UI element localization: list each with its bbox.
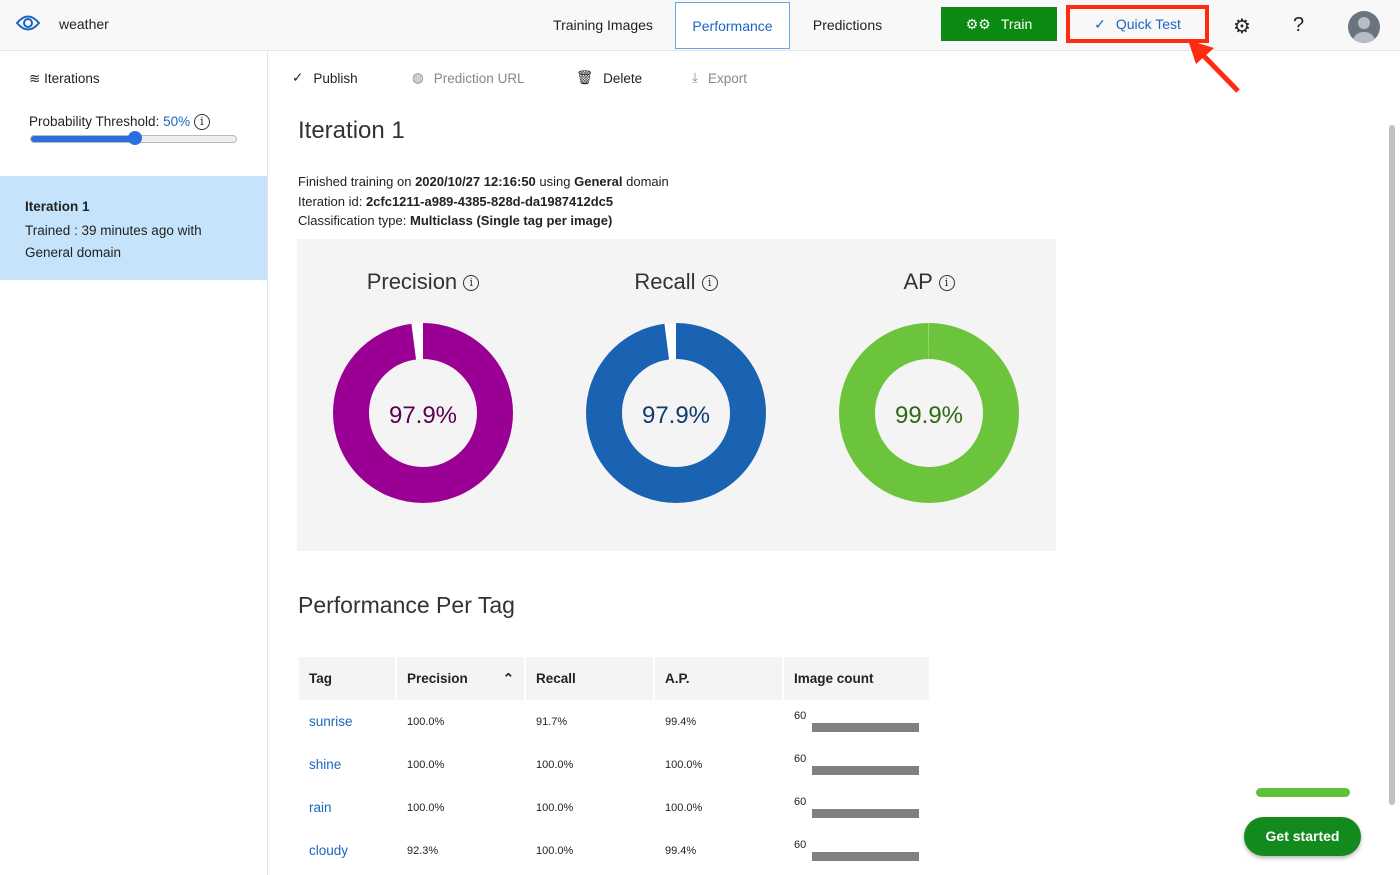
info-icon[interactable]: i xyxy=(193,114,210,131)
metric-precision: Precision i 97.9% xyxy=(303,269,543,516)
recall-donut: 97.9% xyxy=(586,323,766,503)
train-button[interactable]: ⚙⚙ Train xyxy=(941,7,1057,41)
donut-value: 97.9% xyxy=(389,402,457,429)
tab-performance[interactable]: Performance xyxy=(675,2,790,49)
tab-training-images[interactable]: Training Images xyxy=(540,2,666,49)
tab-predictions[interactable]: Predictions xyxy=(800,2,895,49)
info-icon[interactable]: i xyxy=(701,275,718,292)
col-tag[interactable]: Tag xyxy=(299,657,395,700)
precision-cell: 92.3% xyxy=(407,844,439,857)
download-icon: ⤓ xyxy=(692,70,698,85)
recall-cell: 100.0% xyxy=(536,844,574,857)
slider-thumb[interactable] xyxy=(128,131,142,145)
donut-value: 97.9% xyxy=(642,402,710,429)
threshold-slider[interactable] xyxy=(30,131,237,145)
ap-cell: 100.0% xyxy=(665,801,703,814)
image-count-cell: 60 xyxy=(784,700,929,743)
publish-button[interactable]: ✓ Publish xyxy=(292,70,358,86)
export-button[interactable]: ⤓ Export xyxy=(692,70,747,86)
sidebar: ≋ Iterations Probability Threshold: 50% … xyxy=(0,52,268,875)
metrics-panel: Precision i 97.9% Recall i 97.9% AP i 99… xyxy=(297,239,1056,551)
tag-link[interactable]: rain xyxy=(309,800,332,815)
table-row: shine 100.0% 100.0% 100.0% 60 xyxy=(299,743,929,786)
info-icon[interactable]: i xyxy=(938,275,955,292)
donut-value: 99.9% xyxy=(895,402,963,429)
col-ap[interactable]: A.P. xyxy=(655,657,782,700)
iteration-info: Finished training on 2020/10/27 12:16:50… xyxy=(298,174,669,228)
image-count-cell: 60 xyxy=(784,786,929,829)
threshold-label: Probability Threshold: 50% i xyxy=(29,114,210,131)
prediction-url-button[interactable]: ◍ Prediction URL xyxy=(412,70,525,86)
precision-cell: 100.0% xyxy=(407,801,445,814)
precision-cell: 100.0% xyxy=(407,758,445,771)
trash-icon: 🗑 xyxy=(576,70,594,85)
precision-cell: 100.0% xyxy=(407,715,445,728)
layers-icon: ≋ xyxy=(29,71,41,86)
precision-donut: 97.9% xyxy=(333,323,513,503)
sort-ascending-icon: ⌃ xyxy=(502,670,514,686)
scrollbar[interactable] xyxy=(1389,125,1395,805)
tag-link[interactable]: shine xyxy=(309,757,341,772)
ap-donut: 99.9% xyxy=(839,323,1019,503)
user-avatar[interactable] xyxy=(1348,11,1380,43)
page-title: Iteration 1 xyxy=(298,117,405,144)
globe-icon: ◍ xyxy=(412,70,424,85)
red-arrow-annotation xyxy=(1188,40,1240,93)
iterations-heading: ≋ Iterations xyxy=(29,71,100,86)
col-precision[interactable]: Precision ⌃ xyxy=(397,657,524,700)
top-bar: weather Training Images Performance Pred… xyxy=(0,0,1400,93)
ap-cell: 99.4% xyxy=(665,844,697,857)
recall-cell: 100.0% xyxy=(536,758,574,771)
project-name[interactable]: weather xyxy=(59,16,109,32)
recall-cell: 91.7% xyxy=(536,715,568,728)
metric-ap: AP i 99.9% xyxy=(809,269,1049,516)
iteration-list-item[interactable]: Iteration 1 Trained : 39 minutes ago wit… xyxy=(0,176,267,280)
image-count-bar xyxy=(812,766,919,776)
delete-button[interactable]: 🗑 Delete xyxy=(576,70,642,86)
tag-link[interactable]: cloudy xyxy=(309,843,348,858)
get-started-progress xyxy=(1256,788,1350,797)
table-row: rain 100.0% 100.0% 100.0% 60 xyxy=(299,786,929,829)
per-tag-table: Tag Precision ⌃ Recall A.P. Image count s… xyxy=(297,657,931,872)
eye-logo-icon[interactable] xyxy=(15,12,41,34)
settings-gear-icon[interactable]: ⚙ xyxy=(1233,14,1251,39)
metric-recall: Recall i 97.9% xyxy=(556,269,796,516)
ap-cell: 99.4% xyxy=(665,715,697,728)
col-recall[interactable]: Recall xyxy=(526,657,653,700)
col-image-count[interactable]: Image count xyxy=(784,657,929,700)
table-row: cloudy 92.3% 100.0% 99.4% 60 xyxy=(299,829,929,872)
image-count-cell: 60 xyxy=(784,829,929,872)
info-icon[interactable]: i xyxy=(463,275,480,292)
check-icon: ✓ xyxy=(1094,15,1106,32)
image-count-bar xyxy=(812,852,919,862)
ap-cell: 100.0% xyxy=(665,758,703,771)
help-icon[interactable]: ? xyxy=(1293,14,1304,37)
tag-link[interactable]: sunrise xyxy=(309,714,353,729)
image-count-bar xyxy=(812,809,919,819)
image-count-bar xyxy=(812,723,919,733)
get-started-button[interactable]: Get started xyxy=(1244,817,1361,856)
per-tag-title: Performance Per Tag xyxy=(298,592,515,618)
image-count-cell: 60 xyxy=(784,743,929,786)
check-icon: ✓ xyxy=(292,70,304,85)
recall-cell: 100.0% xyxy=(536,801,574,814)
table-row: sunrise 100.0% 91.7% 99.4% 60 xyxy=(299,700,929,743)
gears-icon: ⚙⚙ xyxy=(965,15,991,32)
